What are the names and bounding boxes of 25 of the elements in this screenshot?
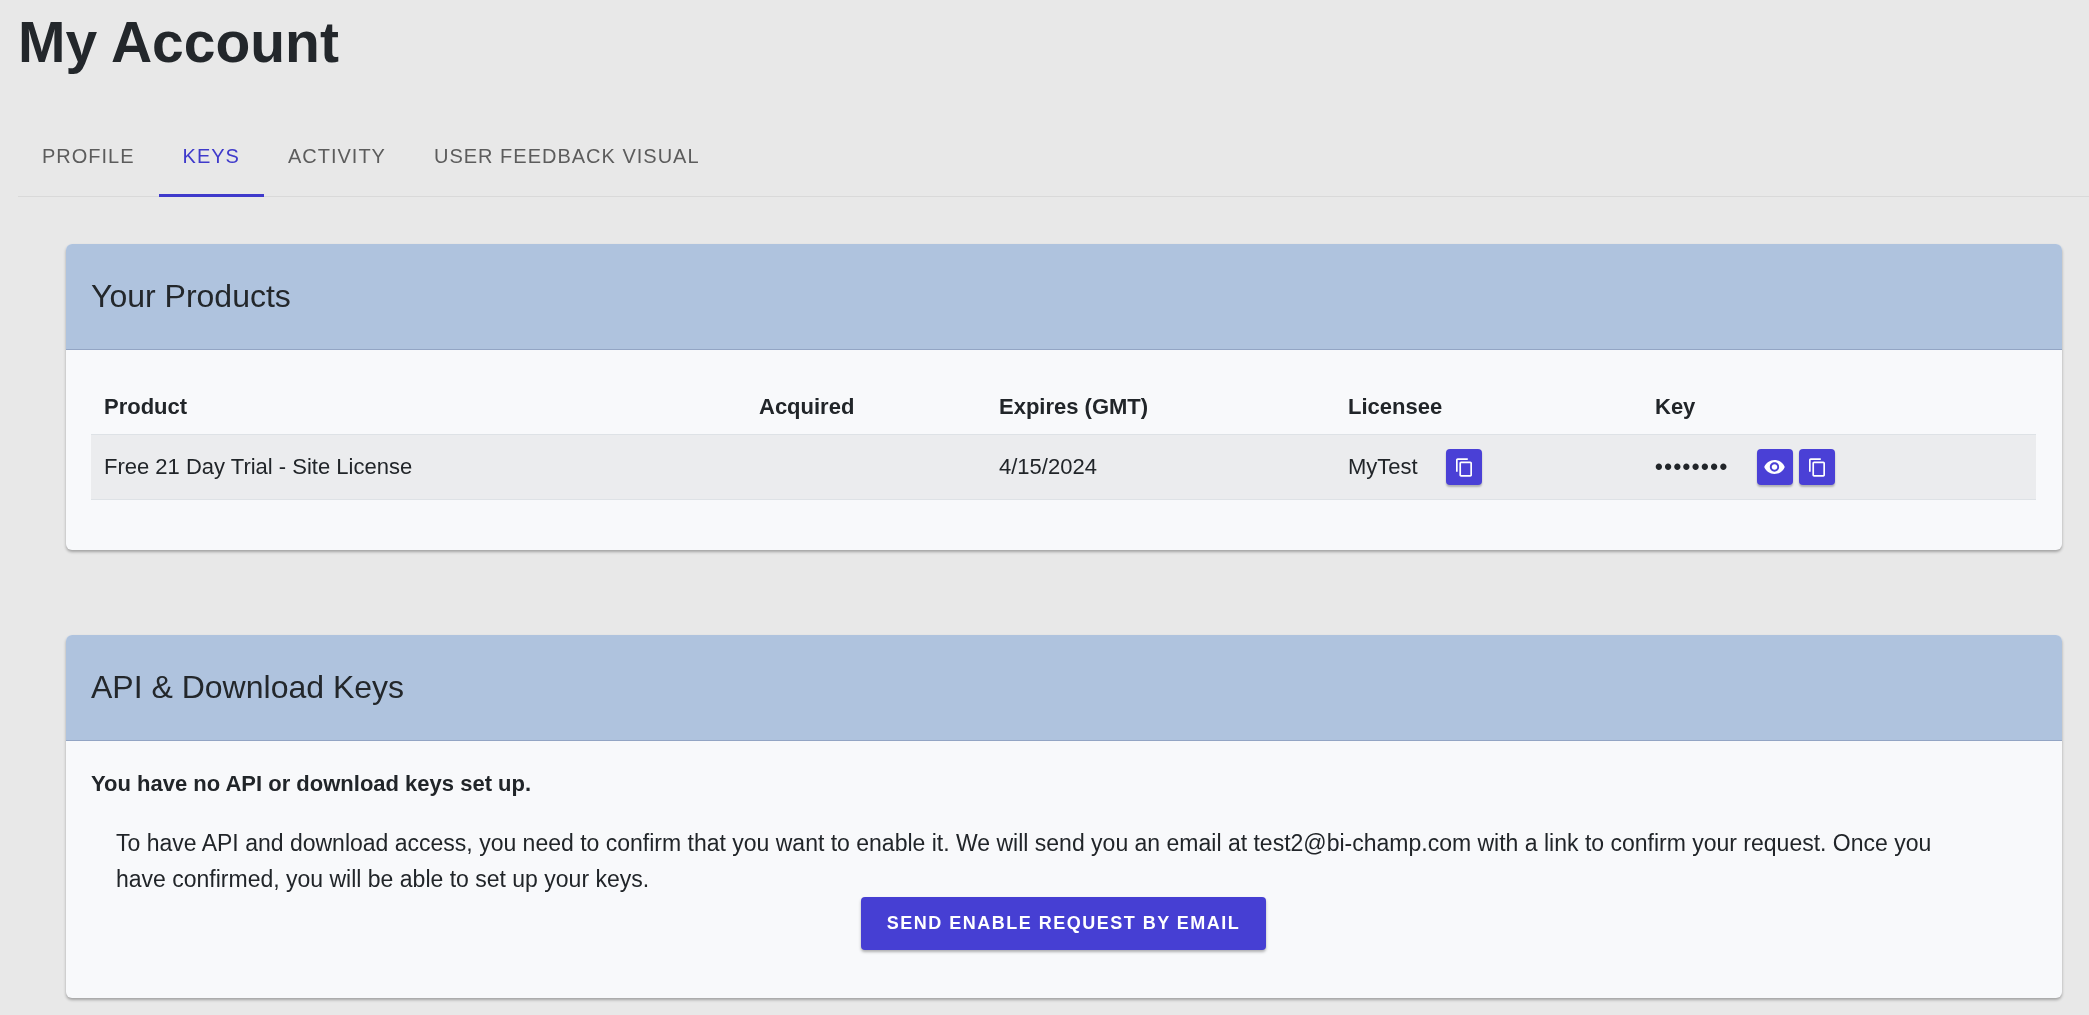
description-text: To have API and download access, you need to confirm that you want to enable it. We will send you an email at test2@bi-champ.com with a link to confirm your request. Once you have confirmed, you will be able to set up your keys. [116, 829, 1933, 894]
tab[interactable]: KEYS [158, 119, 264, 197]
tab[interactable]: PROFILE [18, 119, 159, 197]
column-header: Product [104, 394, 188, 420]
notice-text: You have no API or download keys set up. [91, 770, 532, 798]
copy-icon [1455, 457, 1472, 477]
page-title: My Account [18, 9, 339, 76]
tab[interactable]: ACTIVITY [263, 119, 410, 197]
show-key-button[interactable] [1756, 449, 1793, 485]
copy-icon [1808, 457, 1825, 477]
send-request-button[interactable]: SEND ENABLE REQUEST BY EMAIL [860, 897, 1267, 950]
table-cell: 4/15/2024 [999, 454, 1097, 480]
table-cell: MyTest [1348, 454, 1418, 480]
eye-icon [1764, 460, 1786, 474]
masked-key-text: •••••••• [1655, 454, 1729, 480]
table-cell: Free 21 Day Trial - Site License [104, 454, 413, 480]
copy-button[interactable] [1445, 449, 1482, 485]
column-header: Key [1655, 394, 1696, 420]
column-header: Expires (GMT) [999, 394, 1149, 420]
card-title: API & Download Keys [91, 669, 405, 706]
column-header: Acquired [759, 394, 855, 420]
card-title: Your Products [91, 278, 291, 315]
tab[interactable]: USER FEEDBACK VISUAL [409, 119, 724, 197]
column-header: Licensee [1348, 394, 1443, 420]
copy-button[interactable] [1798, 449, 1835, 485]
